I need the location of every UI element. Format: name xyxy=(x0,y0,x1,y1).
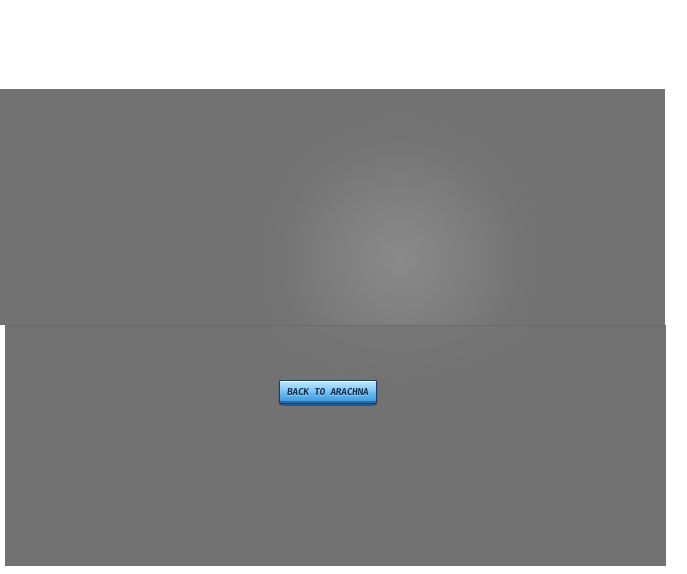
game-viewport-bottom xyxy=(5,325,666,566)
game-screen: BACK TO ARACHNA xyxy=(0,0,687,574)
game-viewport-top xyxy=(0,89,665,325)
back-to-arachna-label: BACK TO ARACHNA xyxy=(286,386,370,398)
back-to-arachna-button[interactable]: BACK TO ARACHNA xyxy=(279,380,377,406)
